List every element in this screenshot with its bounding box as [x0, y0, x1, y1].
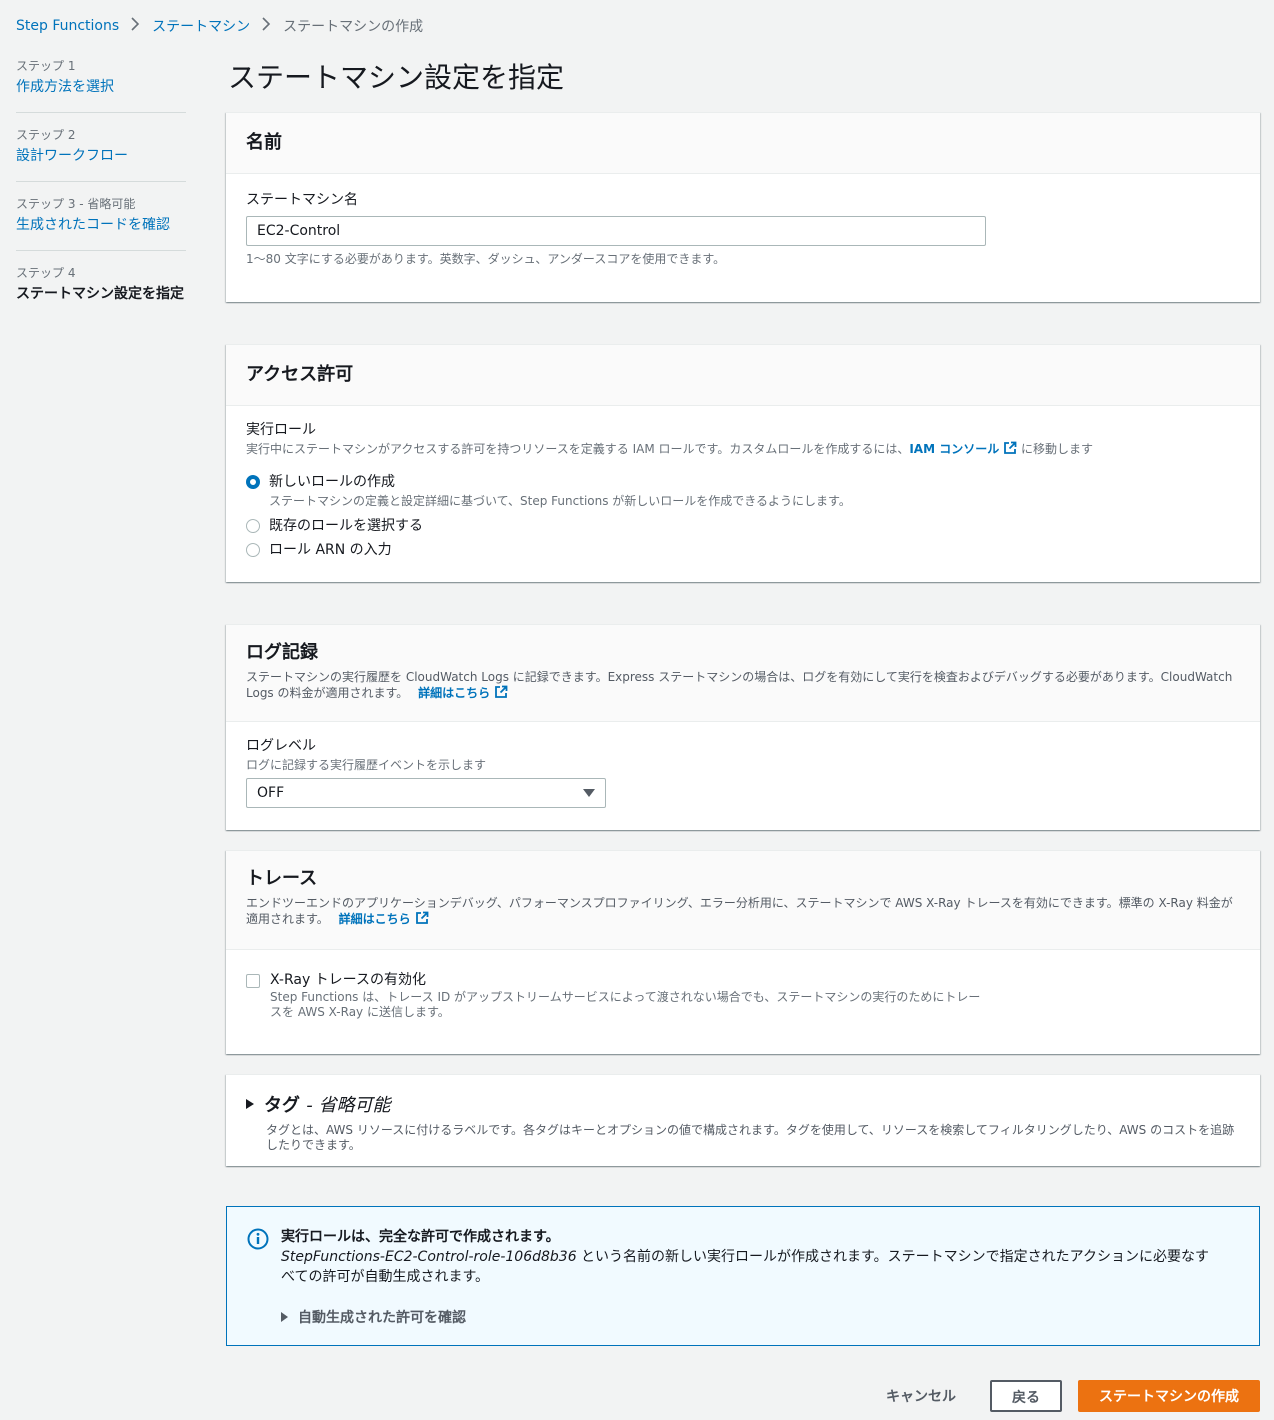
panel-body: 実行ロール 実行中にステートマシンがアクセスする許可を持つリソースを定義する I…	[226, 406, 1260, 580]
radio-role-arn[interactable]: ロール ARN の入力	[246, 540, 1240, 560]
panel-body: ステートマシン名 1～80 文字にする必要があります。英数字、ダッシュ、アンダー…	[226, 174, 1260, 288]
info-icon	[247, 1228, 269, 1250]
role-desc-text: 実行中にステートマシンがアクセスする許可を持つリソースを定義する IAM ロール…	[246, 442, 910, 456]
checkbox-text: X-Ray トレースの有効化 Step Functions は、トレース ID …	[270, 970, 990, 1020]
panel-title: タグ - 省略可能	[264, 1091, 391, 1117]
iam-console-link[interactable]: IAM コンソール	[909, 441, 1017, 456]
log-level-select[interactable]: OFF	[246, 778, 606, 808]
panel-header: 名前	[226, 113, 1260, 174]
logging-learn-more-link[interactable]: 詳細はこちら	[418, 685, 508, 700]
caret-right-icon	[246, 1099, 254, 1109]
log-level-desc: ログに記録する実行履歴イベントを示します	[246, 758, 487, 772]
tracing-panel: トレース エンドツーエンドのアプリケーションデバッグ、パフォーマンスプロファイリ…	[226, 850, 1260, 1054]
step-current-settings: ステートマシン設定を指定	[16, 286, 184, 302]
review-permissions-expander[interactable]: 自動生成された許可を確認	[281, 1307, 1221, 1327]
panel-header: アクセス許可	[226, 345, 1260, 406]
state-machine-name-label: ステートマシン名	[246, 192, 358, 208]
xray-checkbox[interactable]	[246, 974, 260, 988]
panel-body: X-Ray トレースの有効化 Step Functions は、トレース ID …	[226, 950, 1260, 1040]
tags-panel: タグ - 省略可能 タグとは、AWS リソースに付けるラベルです。各タグはキーと…	[226, 1074, 1260, 1166]
panel-header: トレース エンドツーエンドのアプリケーションデバッグ、パフォーマンスプロファイリ…	[226, 851, 1260, 950]
tags-expander[interactable]: タグ - 省略可能	[246, 1091, 1240, 1117]
info-text: StepFunctions-EC2-Control-role-106d8b36 …	[281, 1247, 1221, 1287]
step-link-review-code[interactable]: 生成されたコードを確認	[16, 214, 186, 236]
radio-button[interactable]	[246, 519, 260, 533]
caret-right-icon	[281, 1312, 288, 1322]
wizard-step-4: ステップ 4 ステートマシン設定を指定	[16, 265, 186, 319]
tags-optional: - 省略可能	[306, 1095, 391, 1116]
page-title: ステートマシン設定を指定	[228, 61, 565, 94]
access-panel: アクセス許可 実行ロール 実行中にステートマシンがアクセスする許可を持つリソース…	[226, 344, 1260, 582]
radio-button-checked[interactable]	[246, 475, 260, 489]
radio-existing-role[interactable]: 既存のロールを選択する	[246, 516, 1240, 536]
logging-desc: ステートマシンの実行履歴を CloudWatch Logs に記録できます。Ex…	[246, 669, 1240, 701]
wizard-step-1: ステップ 1 作成方法を選択	[16, 58, 186, 113]
step-link-choose-method[interactable]: 作成方法を選択	[16, 76, 186, 98]
radio-new-role[interactable]: 新しいロールの作成 ステートマシンの定義と設定詳細に基づいて、Step Func…	[246, 472, 1240, 510]
execution-role-label: 実行ロール	[246, 422, 316, 438]
name-panel: 名前 ステートマシン名 1～80 文字にする必要があります。英数字、ダッシュ、ア…	[226, 112, 1260, 302]
breadcrumb-create-state-machine: ステートマシンの作成	[283, 19, 424, 35]
caret-down-icon	[583, 789, 595, 797]
wizard-step-2: ステップ 2 設計ワークフロー	[16, 127, 186, 182]
form-actions: キャンセル 戻る ステートマシンの作成	[866, 1380, 1260, 1412]
step-link-design-workflow[interactable]: 設計ワークフロー	[16, 145, 186, 167]
tracing-learn-more-link[interactable]: 詳細はこちら	[339, 911, 429, 926]
step-number: ステップ 3 - 省略可能	[16, 197, 136, 211]
cancel-button[interactable]: キャンセル	[866, 1380, 976, 1412]
breadcrumb: Step Functions ステートマシン ステートマシンの作成	[16, 16, 423, 36]
panel-header: ログ記録 ステートマシンの実行履歴を CloudWatch Logs に記録でき…	[226, 625, 1260, 722]
panel-title: ログ記録	[246, 642, 318, 663]
panel-title: 名前	[246, 132, 282, 153]
chevron-right-icon	[262, 17, 271, 35]
step-number: ステップ 1	[16, 59, 76, 73]
step-number: ステップ 2	[16, 128, 76, 142]
logging-panel: ログ記録 ステートマシンの実行履歴を CloudWatch Logs に記録でき…	[226, 624, 1260, 830]
breadcrumb-step-functions[interactable]: Step Functions	[16, 18, 119, 34]
external-link-icon	[495, 685, 508, 698]
info-content: 実行ロールは、完全な許可で作成されます。 StepFunctions-EC2-C…	[281, 1227, 1221, 1329]
learn-more-text[interactable]: 詳細はこちら	[418, 686, 490, 700]
learn-more-text[interactable]: 詳細はこちら	[339, 912, 411, 926]
log-level-label: ログレベル	[246, 738, 316, 754]
radio-label: 既存のロールを選択する	[269, 518, 423, 534]
logging-desc-text: ステートマシンの実行履歴を CloudWatch Logs に記録できます。Ex…	[246, 670, 1233, 700]
checkbox-label: X-Ray トレースの有効化	[270, 972, 426, 988]
external-link-icon	[1004, 441, 1017, 454]
radio-desc: ステートマシンの定義と設定詳細に基づいて、Step Functions が新しい…	[269, 494, 851, 508]
create-state-machine-button[interactable]: ステートマシンの作成	[1078, 1380, 1260, 1412]
main-content: ステートマシン設定を指定 名前 ステートマシン名 1～80 文字にする必要があり…	[226, 58, 1260, 1346]
radio-text: 新しいロールの作成 ステートマシンの定義と設定詳細に基づいて、Step Func…	[269, 472, 851, 510]
radio-text: 既存のロールを選択する	[269, 516, 423, 536]
info-title: 実行ロールは、完全な許可で作成されます。	[281, 1229, 560, 1245]
back-button[interactable]: 戻る	[990, 1380, 1062, 1412]
role-desc-suffix: に移動します	[1021, 442, 1094, 456]
panel-body: ログレベル ログに記録する実行履歴イベントを示します OFF	[226, 722, 1260, 828]
xray-checkbox-row[interactable]: X-Ray トレースの有効化 Step Functions は、トレース ID …	[246, 970, 1240, 1020]
radio-text: ロール ARN の入力	[269, 540, 392, 560]
state-machine-name-hint: 1～80 文字にする必要があります。英数字、ダッシュ、アンダースコアを使用できま…	[246, 252, 726, 266]
checkbox-desc: Step Functions は、トレース ID がアップストリームサービスによ…	[270, 990, 981, 1019]
wizard-step-3: ステップ 3 - 省略可能 生成されたコードを確認	[16, 196, 186, 251]
expander-label: 自動生成された許可を確認	[298, 1310, 466, 1326]
external-link-icon	[415, 911, 429, 924]
chevron-right-icon	[131, 17, 140, 35]
radio-button[interactable]	[246, 543, 260, 557]
tags-desc: タグとは、AWS リソースに付けるラベルです。各タグはキーとオプションの値で構成…	[266, 1123, 1235, 1152]
radio-label: 新しいロールの作成	[269, 474, 395, 490]
breadcrumb-state-machines[interactable]: ステートマシン	[152, 16, 250, 36]
tracing-desc: エンドツーエンドのアプリケーションデバッグ、パフォーマンスプロファイリング、エラ…	[246, 895, 1240, 927]
state-machine-name-input[interactable]	[246, 216, 986, 246]
iam-console-link-text[interactable]: IAM コンソール	[909, 442, 999, 456]
wizard-steps: ステップ 1 作成方法を選択 ステップ 2 設計ワークフロー ステップ 3 - …	[16, 58, 186, 333]
tags-title: タグ	[264, 1095, 300, 1116]
role-name: StepFunctions-EC2-Control-role-106d8b36	[281, 1249, 577, 1265]
info-alert: 実行ロールは、完全な許可で作成されます。 StepFunctions-EC2-C…	[226, 1206, 1260, 1346]
panel-title: トレース	[246, 868, 318, 889]
radio-label: ロール ARN の入力	[269, 542, 392, 558]
panel-title: アクセス許可	[246, 364, 354, 385]
log-level-value: OFF	[257, 785, 285, 801]
execution-role-desc: 実行中にステートマシンがアクセスする許可を持つリソースを定義する IAM ロール…	[246, 440, 1240, 458]
step-number: ステップ 4	[16, 266, 76, 280]
